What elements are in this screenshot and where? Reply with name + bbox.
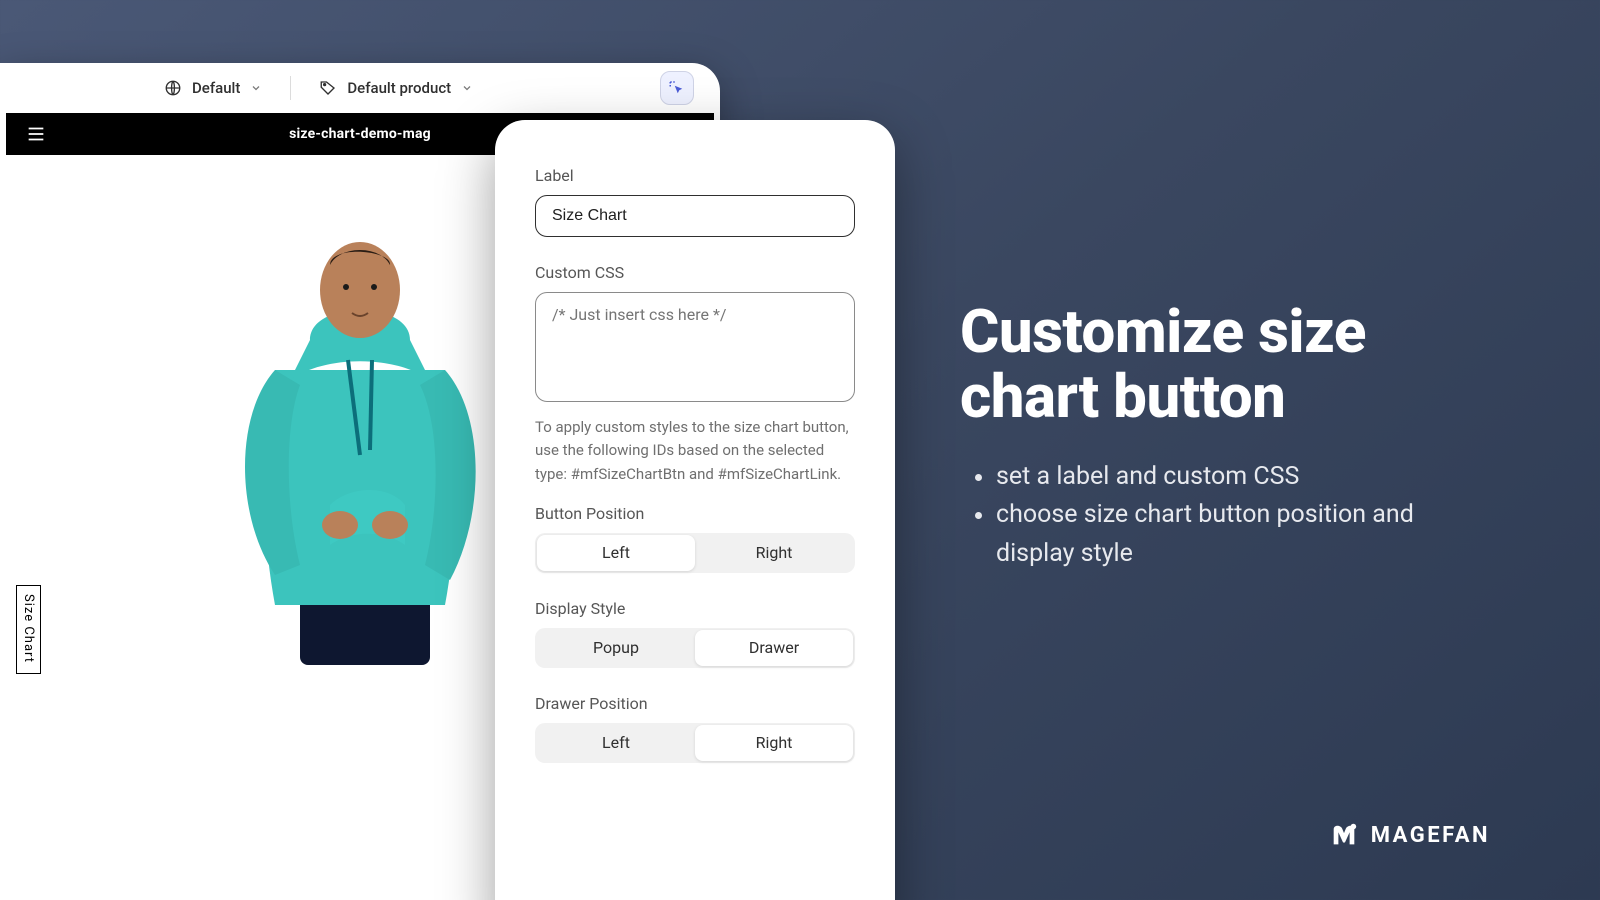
- inspect-button[interactable]: [660, 71, 694, 105]
- editor-topbar: Default Default product: [0, 63, 720, 113]
- button-position-left[interactable]: Left: [537, 535, 695, 571]
- label-input[interactable]: [535, 195, 855, 237]
- divider: [290, 76, 291, 100]
- button-position-right[interactable]: Right: [695, 535, 853, 571]
- display-style-label: Display Style: [535, 599, 855, 618]
- product-selector[interactable]: Default product: [309, 73, 483, 103]
- drawer-position-label: Drawer Position: [535, 694, 855, 713]
- marketing-bullets: set a label and custom CSS choose size c…: [960, 458, 1480, 574]
- marketing-copy: Customize size chart button set a label …: [960, 300, 1480, 574]
- custom-css-label: Custom CSS: [535, 263, 855, 282]
- brand: MAGEFAN: [1329, 820, 1490, 850]
- button-position-label: Button Position: [535, 504, 855, 523]
- globe-icon: [164, 79, 182, 97]
- display-style-popup[interactable]: Popup: [537, 630, 695, 666]
- product-label: Default product: [347, 79, 451, 97]
- marketing-headline: Customize size chart button: [960, 300, 1480, 430]
- cursor-select-icon: [668, 79, 686, 97]
- custom-css-helper: To apply custom styles to the size chart…: [535, 416, 855, 486]
- marketing-bullet: choose size chart button position and di…: [996, 496, 1480, 574]
- display-style-drawer[interactable]: Drawer: [695, 630, 853, 666]
- button-position-segmented: Left Right: [535, 533, 855, 573]
- settings-panel: Label Custom CSS To apply custom styles …: [495, 120, 895, 900]
- chevron-down-icon: [250, 82, 262, 94]
- marketing-bullet: set a label and custom CSS: [996, 458, 1480, 497]
- display-style-segmented: Popup Drawer: [535, 628, 855, 668]
- scope-selector[interactable]: Default: [154, 73, 272, 103]
- drawer-position-right[interactable]: Right: [695, 725, 853, 761]
- tag-icon: [319, 79, 337, 97]
- custom-css-input[interactable]: [535, 292, 855, 402]
- drawer-position-segmented: Left Right: [535, 723, 855, 763]
- size-chart-side-tab[interactable]: Size Chart: [16, 585, 41, 674]
- drawer-position-left[interactable]: Left: [537, 725, 695, 761]
- scope-label: Default: [192, 79, 240, 97]
- label-field-label: Label: [535, 166, 855, 185]
- brand-logo-icon: [1329, 820, 1359, 850]
- product-image: [180, 195, 540, 665]
- brand-name: MAGEFAN: [1371, 823, 1490, 848]
- chevron-down-icon: [461, 82, 473, 94]
